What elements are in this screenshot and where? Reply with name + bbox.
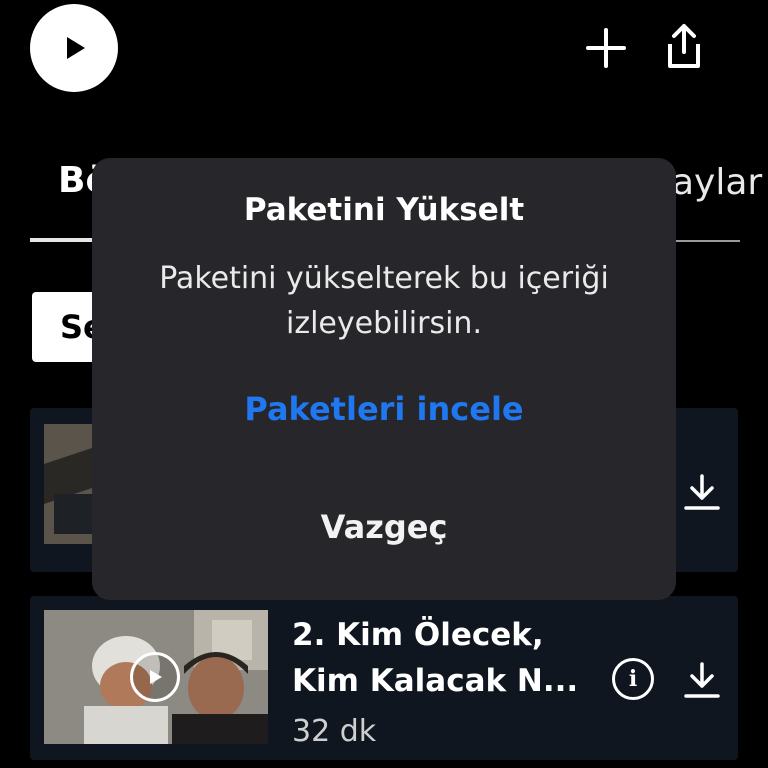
plus-icon [586,28,626,68]
download-icon [684,662,720,698]
tab-active-indicator [30,238,100,242]
share-button[interactable] [660,22,708,70]
dialog-message: Paketini yükselterek bu içeriği izleyebi… [159,261,609,341]
episode-card[interactable]: 2. Kim Ölecek, Kim Kalacak N... 32 dk i [30,596,738,760]
download-icon [684,474,720,510]
episode-title-line-2: Kim Kalacak N... [292,663,579,699]
cancel-button[interactable]: Vazgeç [92,508,676,546]
play-icon [150,670,162,684]
add-button[interactable] [582,24,630,72]
info-icon: i [628,666,638,692]
upgrade-dialog: Paketini Yükselt Paketini yükselterek bu… [92,158,676,600]
episode-thumbnail[interactable] [44,610,268,744]
download-button[interactable] [680,470,724,514]
episode-duration: 32 dk [292,714,377,749]
play-button[interactable] [30,4,118,92]
thumbnail-play-button[interactable] [130,652,180,702]
dialog-title: Paketini Yükselt [243,192,525,228]
tab-details[interactable]: aylar [672,162,762,203]
download-button[interactable] [680,658,724,702]
episode-title-line-1: 2. Kim Ölecek, [292,617,544,653]
play-icon [67,37,85,59]
info-button[interactable]: i [612,658,654,700]
share-icon [668,24,700,68]
tab-divider [672,240,740,242]
episode-title: 2. Kim Ölecek, Kim Kalacak N... [292,612,592,704]
view-packages-button[interactable]: Paketleri incele [92,390,676,428]
